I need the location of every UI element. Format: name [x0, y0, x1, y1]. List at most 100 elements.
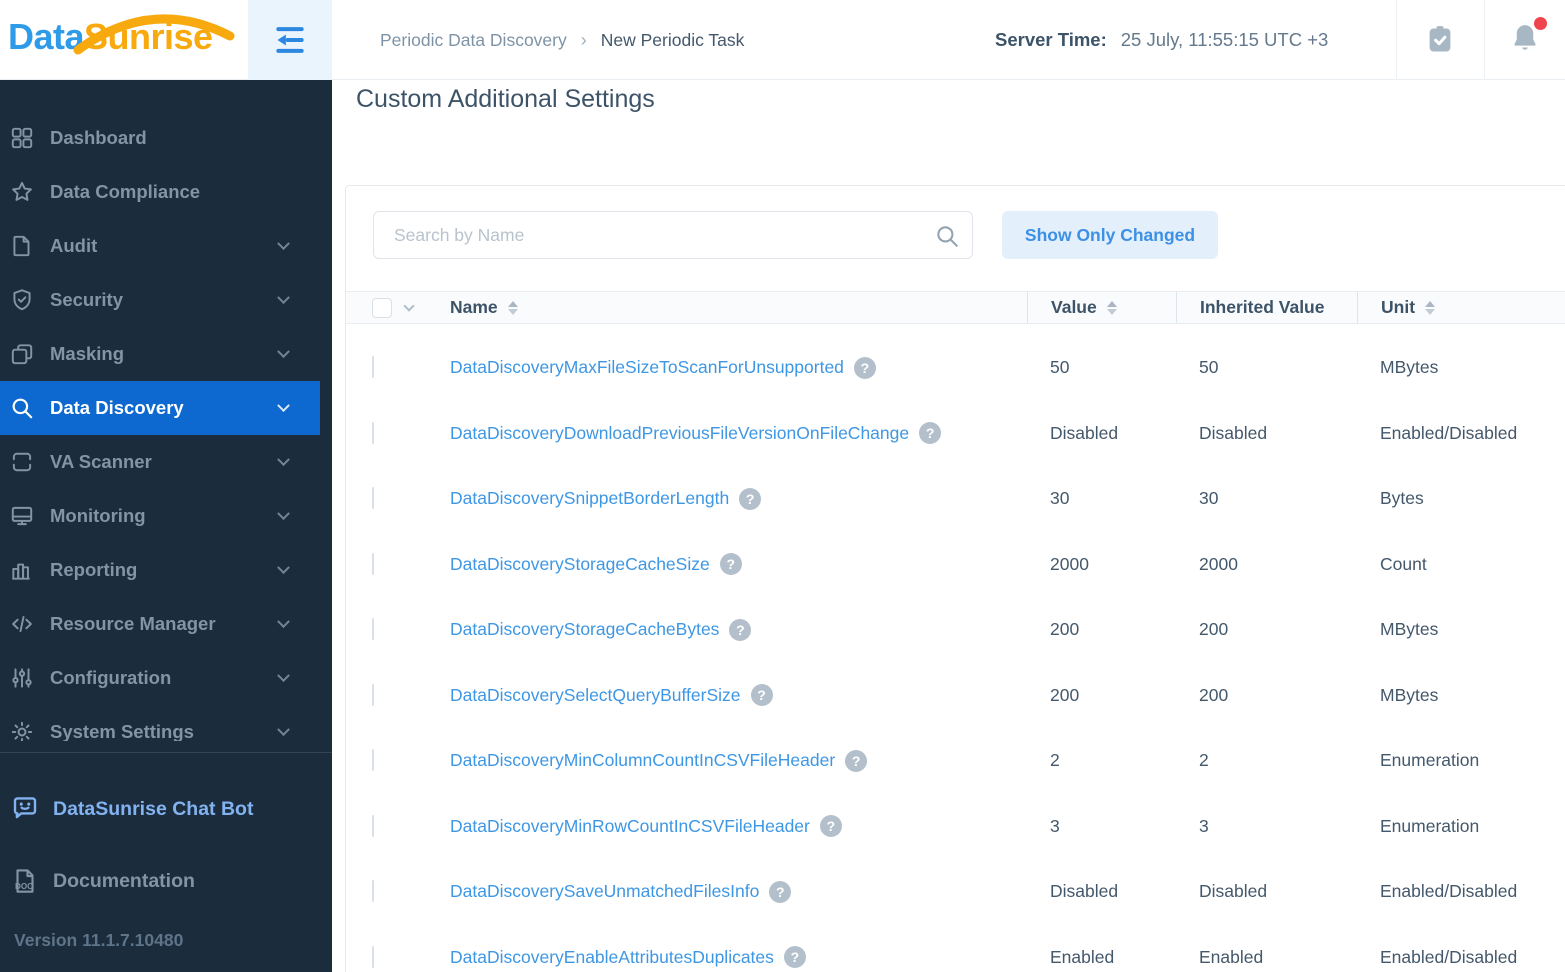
setting-name-link[interactable]: DataDiscoverySelectQueryBufferSize	[450, 685, 741, 706]
sidebar-item-system-settings[interactable]: System Settings	[0, 705, 332, 741]
setting-value: Disabled	[1050, 881, 1119, 902]
chevron-down-icon	[277, 452, 290, 466]
sidebar-item-security[interactable]: Security	[0, 273, 332, 327]
chevron-down-icon	[277, 236, 290, 250]
setting-unit: Enabled/Disabled	[1380, 422, 1518, 443]
question-help-icon[interactable]: ?	[739, 487, 762, 510]
question-help-icon[interactable]: ?	[819, 815, 842, 838]
breadcrumb-parent[interactable]: Periodic Data Discovery	[380, 30, 567, 51]
sidebar-item-configuration[interactable]: Configuration	[0, 651, 332, 705]
show-only-changed-button[interactable]: Show Only Changed	[1002, 211, 1218, 259]
masking-layers-icon	[8, 340, 36, 368]
sort-icon[interactable]	[507, 300, 518, 315]
row-checkbox[interactable]	[372, 749, 374, 772]
logo-text-sunrise: Sunrise	[84, 16, 213, 57]
setting-name-link[interactable]: DataDiscoverySaveUnmatchedFilesInfo	[450, 881, 759, 902]
question-help-icon[interactable]: ?	[750, 684, 773, 707]
setting-value: 200	[1050, 684, 1080, 705]
monitor-icon	[8, 502, 36, 530]
sidebar-collapse-icon	[276, 27, 304, 53]
setting-name-link[interactable]: DataDiscoveryMaxFileSizeToScanForUnsuppo…	[450, 357, 844, 378]
dashboard-grid-icon	[8, 124, 36, 152]
sidebar-item-label: Dashboard	[50, 127, 147, 148]
column-header-value: Value	[1051, 297, 1097, 317]
setting-unit: Enumeration	[1380, 815, 1480, 836]
logo-text-data: Data	[8, 16, 85, 57]
sort-icon[interactable]	[1106, 300, 1117, 315]
documentation-link[interactable]: DOC Documentation	[10, 866, 195, 896]
sidebar: Dashboard Data Compliance Audit Security	[0, 80, 332, 972]
select-all-checkbox[interactable]	[372, 297, 392, 318]
sidebar-item-reporting[interactable]: Reporting	[0, 543, 332, 597]
svg-text:DOC: DOC	[15, 882, 33, 891]
chevron-down-icon	[277, 506, 290, 520]
question-help-icon[interactable]: ?	[769, 880, 792, 903]
chevron-down-icon[interactable]	[403, 299, 415, 312]
sidebar-collapse-button[interactable]	[248, 0, 332, 80]
sidebar-item-va-scanner[interactable]: VA Scanner	[0, 435, 332, 489]
setting-name-link[interactable]: DataDiscoverySnippetBorderLength	[450, 488, 729, 509]
question-help-icon[interactable]: ?	[919, 422, 942, 445]
chat-bot-link[interactable]: DataSunrise Chat Bot	[10, 794, 253, 824]
setting-name-link[interactable]: DataDiscoveryMinColumnCountInCSVFileHead…	[450, 750, 835, 771]
setting-value: 3	[1050, 815, 1060, 836]
row-checkbox[interactable]	[372, 814, 374, 837]
table-row: DataDiscoveryDownloadPreviousFileVersion…	[346, 401, 1565, 467]
settings-card: Show Only Changed Name Value Inherited V…	[345, 185, 1565, 972]
setting-value: Disabled	[1050, 422, 1119, 443]
setting-inherited-value: Disabled	[1199, 881, 1268, 902]
magnifier-icon[interactable]	[934, 223, 960, 249]
setting-name-link[interactable]: DataDiscoveryEnableAttributesDuplicates	[450, 947, 774, 968]
setting-inherited-value: 50	[1199, 357, 1219, 378]
setting-inherited-value: 200	[1199, 619, 1229, 640]
question-help-icon[interactable]: ?	[783, 946, 806, 969]
question-help-icon[interactable]: ?	[853, 356, 876, 379]
sidebar-item-resource-manager[interactable]: Resource Manager	[0, 597, 332, 651]
search-input[interactable]	[373, 211, 973, 259]
notifications-button[interactable]	[1484, 0, 1565, 80]
setting-unit: MBytes	[1380, 684, 1439, 705]
sidebar-divider	[0, 752, 332, 753]
row-checkbox[interactable]	[372, 421, 374, 444]
sidebar-item-masking[interactable]: Masking	[0, 327, 332, 381]
setting-name-link[interactable]: DataDiscoveryMinRowCountInCSVFileHeader	[450, 816, 810, 837]
sidebar-item-monitoring[interactable]: Monitoring	[0, 489, 332, 543]
tasks-button[interactable]	[1396, 0, 1484, 80]
table-row: DataDiscoveryStorageCacheSize ? 2000 200…	[346, 532, 1565, 598]
audit-document-icon	[8, 232, 36, 260]
row-checkbox[interactable]	[372, 487, 374, 510]
server-time-value: 25 July, 11:55:15 UTC +3	[1120, 29, 1329, 50]
bar-chart-icon	[8, 556, 36, 584]
row-checkbox[interactable]	[372, 356, 374, 379]
sidebar-item-label: Data Compliance	[50, 181, 201, 202]
setting-inherited-value: 30	[1199, 488, 1219, 509]
server-time-label: Server Time:	[995, 29, 1107, 50]
datasunrise-logo[interactable]: DataSunrise	[8, 16, 213, 58]
chevron-down-icon	[277, 344, 290, 358]
row-checkbox[interactable]	[372, 945, 374, 968]
sidebar-item-dashboard[interactable]: Dashboard	[0, 111, 332, 165]
row-checkbox[interactable]	[372, 880, 374, 903]
chevron-down-icon	[277, 290, 290, 304]
chevron-down-icon	[277, 398, 290, 412]
breadcrumb: Periodic Data Discovery › New Periodic T…	[380, 0, 744, 80]
row-checkbox[interactable]	[372, 683, 374, 706]
row-checkbox[interactable]	[372, 618, 374, 641]
row-checkbox[interactable]	[372, 552, 374, 575]
table-row: DataDiscoverySaveUnmatchedFilesInfo ? Di…	[346, 859, 1565, 925]
question-help-icon[interactable]: ?	[729, 618, 752, 641]
server-time: Server Time: 25 July, 11:55:15 UTC +3	[995, 0, 1328, 80]
setting-name-link[interactable]: DataDiscoveryStorageCacheBytes	[450, 619, 719, 640]
sidebar-item-label: System Settings	[50, 721, 194, 741]
sidebar-item-data-compliance[interactable]: Data Compliance	[0, 165, 332, 219]
setting-inherited-value: Disabled	[1199, 422, 1268, 443]
question-help-icon[interactable]: ?	[719, 553, 742, 576]
sidebar-item-audit[interactable]: Audit	[0, 219, 332, 273]
sidebar-item-data-discovery[interactable]: Data Discovery	[0, 381, 320, 435]
chevron-down-icon	[277, 668, 290, 682]
setting-name-link[interactable]: DataDiscoveryStorageCacheSize	[450, 554, 710, 575]
question-help-icon[interactable]: ?	[845, 749, 868, 772]
tasks-clipboard-icon	[1429, 26, 1451, 52]
sort-icon[interactable]	[1425, 300, 1436, 315]
setting-name-link[interactable]: DataDiscoveryDownloadPreviousFileVersion…	[450, 423, 909, 444]
